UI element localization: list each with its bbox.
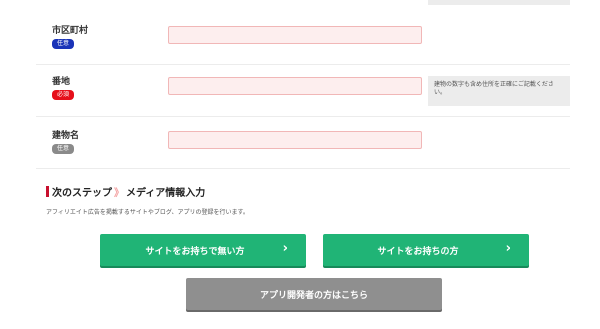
- has-site-button-label: サイトをお持ちの方: [377, 246, 459, 257]
- divider: [36, 116, 570, 117]
- app-developer-button-label: アプリ開発者の方はこちら: [259, 290, 368, 301]
- has-site-button[interactable]: サイトをお持ちの方 ›: [323, 234, 529, 266]
- street-hint: 建物の数字も含め住所を正確にご記載ください。: [428, 76, 570, 106]
- divider: [36, 64, 570, 65]
- previous-hint-box: [428, 0, 570, 5]
- optional-badge: 任意: [52, 39, 75, 49]
- no-site-button-label: サイトをお持ちで無い方: [145, 246, 245, 257]
- divider: [36, 168, 570, 169]
- chevron-right-icon: ›: [282, 241, 288, 256]
- street-input[interactable]: [168, 77, 422, 95]
- building-label: 建物名: [52, 131, 80, 141]
- optional-badge: 任意: [52, 144, 75, 154]
- street-label: 番地: [52, 77, 71, 87]
- next-step-title: メディア情報入力: [126, 188, 206, 199]
- city-input[interactable]: [168, 26, 422, 44]
- next-step-description: アフィリエイト広告を掲載するサイトやブログ、アプリの登録を行います。: [46, 209, 249, 216]
- required-badge: 必須: [52, 90, 75, 100]
- app-developer-button[interactable]: アプリ開発者の方はこちら: [186, 278, 442, 310]
- no-site-button[interactable]: サイトをお持ちで無い方 ›: [100, 234, 306, 266]
- next-step-heading: 次のステップ 》 メディア情報入力: [46, 184, 205, 199]
- chevron-right-icon: ›: [505, 241, 511, 256]
- heading-accent-bar: [46, 186, 49, 197]
- next-step-prefix: 次のステップ: [52, 188, 112, 199]
- building-input[interactable]: [168, 131, 422, 149]
- city-label: 市区町村: [52, 26, 89, 36]
- step-arrow-icon: 》: [114, 188, 124, 199]
